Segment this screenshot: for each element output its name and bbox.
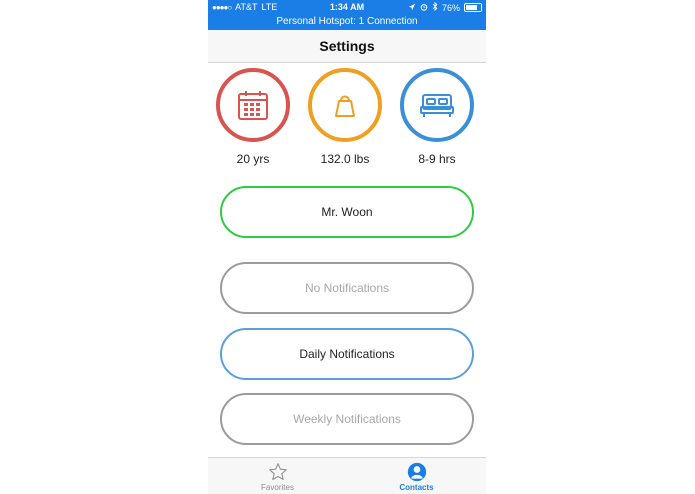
alarm-icon: [420, 3, 428, 13]
tab-bar: Favorites Contacts: [208, 457, 486, 494]
stat-weight[interactable]: 132.0 lbs: [308, 68, 382, 166]
bed-icon: [420, 94, 454, 117]
battery-fill: [466, 5, 477, 10]
stat-sleep-circle[interactable]: [400, 68, 474, 142]
hotspot-banner[interactable]: Personal Hotspot: 1 Connection: [208, 14, 486, 30]
stat-age-circle[interactable]: [216, 68, 290, 142]
tab-favorites-label: Favorites: [261, 483, 294, 492]
stat-sleep[interactable]: 8-9 hrs: [400, 68, 474, 166]
contacts-icon: [407, 462, 426, 482]
star-icon: [268, 463, 287, 481]
location-icon: [408, 3, 416, 13]
battery-icon: [464, 3, 482, 12]
calendar-icon: [238, 91, 268, 120]
daily-notifications-button[interactable]: Daily Notifications: [220, 328, 474, 380]
bluetooth-icon: [432, 1, 438, 13]
stat-age-value: 20 yrs: [236, 152, 270, 166]
tab-contacts-label: Contacts: [399, 483, 434, 492]
stat-weight-value: 132.0 lbs: [320, 152, 370, 166]
weekly-notifications-button[interactable]: Weekly Notifications: [220, 393, 474, 445]
tab-contacts[interactable]: Contacts: [347, 461, 486, 492]
stat-age[interactable]: 20 yrs: [216, 68, 290, 166]
battery-percent: 76%: [441, 2, 460, 13]
no-notifications-button[interactable]: No Notifications: [220, 262, 474, 314]
stat-weight-circle[interactable]: [308, 68, 382, 142]
page-title: Settings: [208, 30, 486, 63]
weight-icon: [335, 95, 355, 117]
tab-favorites[interactable]: Favorites: [208, 461, 347, 492]
phone-screen: ●●●●○ AT&T LTE 1:34 AM 76% Personal Hots…: [208, 0, 486, 494]
stat-sleep-value: 8-9 hrs: [418, 152, 456, 166]
profile-name-button[interactable]: Mr. Woon: [220, 186, 474, 238]
status-right: 76%: [408, 1, 482, 13]
status-bar: ●●●●○ AT&T LTE 1:34 AM 76%: [208, 0, 486, 14]
